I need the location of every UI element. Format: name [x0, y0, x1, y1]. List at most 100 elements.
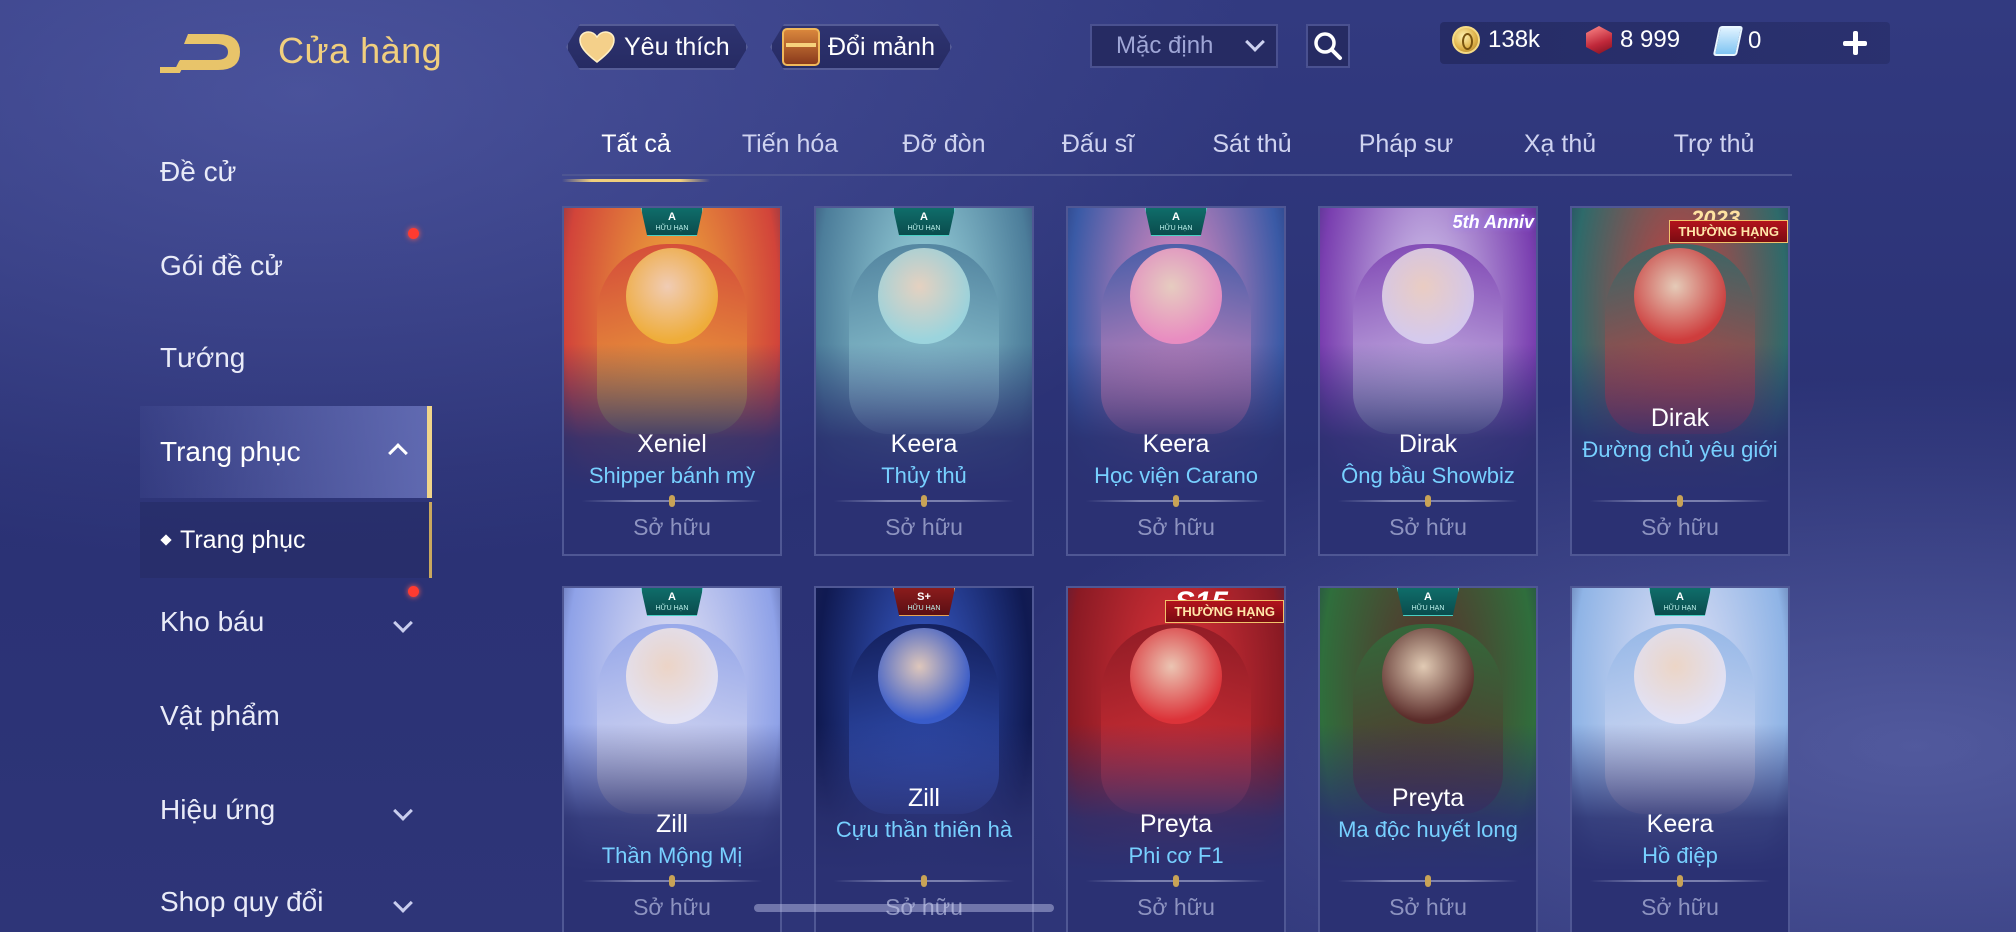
- tab-all[interactable]: Tất cả: [562, 130, 710, 182]
- tab-support[interactable]: Trợ thủ: [1640, 130, 1788, 176]
- skin-name: Hồ điệp: [1642, 843, 1718, 868]
- hero-head: [1634, 248, 1726, 344]
- sidebar-item-items[interactable]: Vật phẩm: [140, 678, 432, 754]
- sidebar-item-recommended[interactable]: Đề cử: [140, 134, 432, 210]
- skin-card[interactable]: A HỮU HẠN Zill Thần Mộng Mị Sở hữu: [562, 586, 782, 932]
- rank-label: A: [1676, 590, 1684, 603]
- divider: [1338, 880, 1518, 882]
- skin-card[interactable]: A HỮU HẠN Keera Hồ điệp Sở hữu: [1570, 586, 1790, 932]
- hero-head: [626, 248, 718, 344]
- tab-tank[interactable]: Đỡ đòn: [870, 130, 1018, 176]
- divider: [1338, 500, 1518, 502]
- sidebar-subitem-skins[interactable]: Trang phục: [140, 502, 432, 578]
- search-icon: [1314, 32, 1342, 60]
- rank-label: A: [1172, 210, 1180, 223]
- rank-label: A: [668, 590, 676, 603]
- rank-sublabel: HỮU HẠN: [1159, 224, 1193, 232]
- rank-badge: A HỮU HẠN: [641, 208, 703, 236]
- skin-card[interactable]: A HỮU HẠN Xeniel Shipper bánh mỳ Sở hữu: [562, 206, 782, 556]
- rank-sublabel: HỮU HẠN: [655, 604, 689, 612]
- tab-fighter[interactable]: Đấu sĩ: [1024, 130, 1172, 176]
- divider: [582, 500, 762, 502]
- divider: [582, 880, 762, 882]
- hero-name: Zill: [908, 784, 940, 812]
- sidebar-item-treasure[interactable]: Kho báu: [140, 584, 432, 660]
- chevron-down-icon: [393, 613, 413, 633]
- voucher-balance: 0: [1712, 26, 1762, 56]
- skin-card[interactable]: A HỮU HẠN Keera Thủy thủ Sở hữu: [814, 206, 1034, 556]
- tab-assassin[interactable]: Sát thủ: [1178, 130, 1326, 176]
- hero-head: [878, 248, 970, 344]
- rank-label: A: [668, 210, 676, 223]
- rank-badge: A HỮU HẠN: [1649, 588, 1711, 616]
- scroll-indicator: [754, 904, 1054, 912]
- divider: [1590, 500, 1770, 502]
- hero-name: Preyta: [1391, 784, 1465, 812]
- rank-badge: A HỮU HẠN: [641, 588, 703, 616]
- hero-head: [1130, 248, 1222, 344]
- sidebar-item-effects[interactable]: Hiệu ứng: [140, 772, 432, 848]
- skin-card[interactable]: 5th Anniv Dirak Ông bầu Showbiz Sở hữu: [1318, 206, 1538, 556]
- hero-head: [1130, 628, 1222, 724]
- voucher-amount: 0: [1748, 27, 1762, 54]
- voucher-icon: [1712, 26, 1744, 56]
- owned-status: Sở hữu: [1137, 894, 1215, 920]
- skin-grid: A HỮU HẠN Xeniel Shipper bánh mỳ Sở hữu …: [562, 206, 1792, 932]
- tab-marksman[interactable]: Xạ thủ: [1486, 130, 1634, 176]
- divider: [1086, 880, 1266, 882]
- divider: [1086, 500, 1266, 502]
- skin-name: Đường chủ yêu giới: [1582, 437, 1778, 462]
- hero-name: Keera: [1142, 430, 1210, 458]
- hero-name: Keera: [890, 430, 958, 458]
- chest-icon: [782, 28, 820, 66]
- sidebar-item-label: Kho báu: [160, 606, 265, 637]
- heart-icon: [578, 30, 616, 64]
- ruby-amount: 8 999: [1620, 26, 1681, 53]
- skin-card[interactable]: 2023 THƯỜNG HẠNG Dirak Đường chủ yêu giớ…: [1570, 206, 1790, 556]
- gold-balance: 138k: [1452, 26, 1540, 54]
- skin-name: Học viện Carano: [1094, 463, 1258, 488]
- rank-label: A: [920, 210, 928, 223]
- skin-name: Ông bầu Showbiz: [1341, 463, 1515, 488]
- skin-name: Cựu thần thiên hà: [835, 817, 1013, 842]
- skin-card[interactable]: S+ HỮU HẠN Zill Cựu thần thiên hà Sở hữu: [814, 586, 1034, 932]
- rank-sublabel: HỮU HẠN: [1411, 604, 1445, 612]
- sidebar-item-exchange-shop[interactable]: Shop quy đổi: [140, 864, 432, 932]
- hero-name: Preyta: [1139, 810, 1213, 838]
- skin-name: Thần Mộng Mị: [601, 843, 743, 868]
- sidebar-item-label: Gói đề cử: [160, 250, 284, 281]
- hero-name: Dirak: [1650, 404, 1710, 432]
- skin-name: Ma độc huyết long: [1338, 817, 1518, 842]
- favorite-button[interactable]: Yêu thích: [566, 24, 748, 70]
- skin-card[interactable]: A HỮU HẠN Keera Học viện Carano Sở hữu: [1066, 206, 1286, 556]
- tab-evolution[interactable]: Tiến hóa: [716, 130, 864, 176]
- skin-card[interactable]: S15 THƯỜNG HẠNG Preyta Phi cơ F1 Sở hữu: [1066, 586, 1286, 932]
- hero-name: Zill: [656, 810, 688, 838]
- notification-dot: [408, 228, 419, 239]
- skin-card[interactable]: A HỮU HẠN Preyta Ma độc huyết long Sở hữ…: [1318, 586, 1538, 932]
- tab-mage[interactable]: Pháp sư: [1332, 130, 1480, 176]
- bullet-diamond-icon: [160, 534, 172, 546]
- add-currency-button[interactable]: [1836, 24, 1874, 62]
- sidebar-item-skins[interactable]: Trang phục: [140, 406, 432, 498]
- search-button[interactable]: [1306, 24, 1350, 68]
- hero-head: [1382, 628, 1474, 724]
- sidebar-item-heroes[interactable]: Tướng: [140, 320, 432, 396]
- sort-selected-value: Mặc định: [1116, 32, 1214, 59]
- gold-amount: 138k: [1488, 26, 1541, 53]
- owned-status: Sở hữu: [885, 514, 963, 540]
- shard-exchange-label: Đổi mảnh: [828, 32, 935, 61]
- owned-status: Sở hữu: [633, 514, 711, 540]
- sidebar-item-label: Đề cử: [160, 156, 237, 187]
- rank-label: S+: [917, 590, 931, 603]
- sidebar-item-recommended-packs[interactable]: Gói đề cử: [140, 228, 432, 304]
- sort-dropdown[interactable]: Mặc định: [1090, 24, 1278, 68]
- shard-exchange-button[interactable]: Đổi mảnh: [770, 24, 952, 70]
- chevron-down-icon: [393, 801, 413, 821]
- category-tabs: Tất cả Tiến hóa Đỡ đòn Đấu sĩ Sát thủ Ph…: [562, 124, 1792, 182]
- owned-status: Sở hữu: [633, 894, 711, 920]
- hero-head: [1634, 628, 1726, 724]
- divider: [834, 880, 1014, 882]
- sidebar-item-label: Trang phục: [160, 436, 301, 467]
- rank-label: A: [1424, 590, 1432, 603]
